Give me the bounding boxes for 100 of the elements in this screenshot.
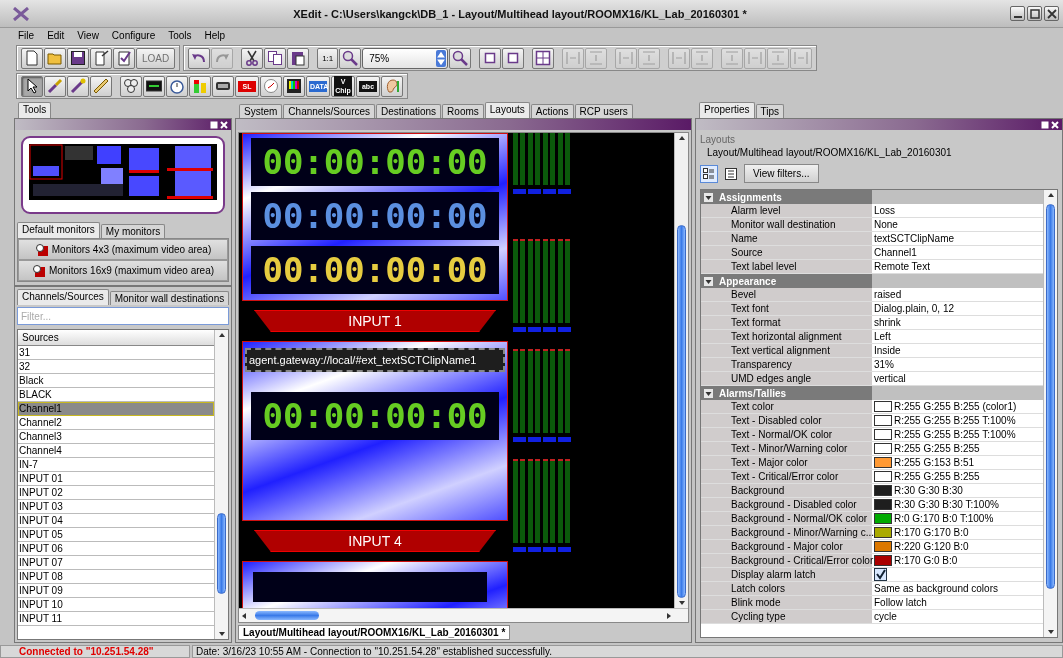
source-item[interactable]: Channel3 — [18, 430, 214, 444]
sources-tab[interactable]: Channels/Sources — [17, 289, 109, 305]
toolbar-button[interactable] — [449, 47, 472, 69]
close-icon[interactable] — [1051, 120, 1059, 129]
monitor-preset-button[interactable]: Monitors 4x3 (maximum video area) — [18, 239, 228, 260]
property-value[interactable]: 31% — [874, 359, 894, 370]
color-swatch[interactable] — [874, 485, 892, 496]
scroll-thumb[interactable] — [677, 224, 686, 598]
property-value[interactable]: R:170 G:170 B:0 — [894, 527, 969, 538]
menu-item[interactable]: Tools — [168, 30, 192, 41]
color-swatch[interactable] — [874, 499, 892, 510]
property-value[interactable]: Inside — [874, 345, 901, 356]
close-icon[interactable] — [220, 120, 228, 129]
source-item[interactable]: Channel1 — [18, 402, 214, 416]
toolbar-button[interactable] — [188, 47, 211, 69]
toolbar-button[interactable] — [283, 75, 305, 97]
source-item[interactable]: 32 — [18, 360, 214, 374]
property-value[interactable]: R:255 G:255 B:255 T:100% — [894, 429, 1016, 440]
color-swatch[interactable] — [874, 471, 892, 482]
property-value[interactable]: None — [874, 219, 898, 230]
property-value[interactable]: textSCTClipName — [874, 233, 955, 244]
property-value[interactable]: Remote Text — [874, 261, 930, 272]
source-item[interactable]: 31 — [18, 346, 214, 360]
clip-name-text[interactable]: agent.gateway://local/#ext_textSCTClipName1 — [245, 348, 505, 372]
section-header[interactable]: Assignments — [701, 190, 872, 204]
input-label[interactable]: INPUT 1 — [254, 310, 496, 332]
zoom-dropdown[interactable]: 75% — [362, 47, 449, 69]
collapse-icon[interactable] — [704, 192, 713, 202]
maximize-button[interactable] — [1027, 6, 1042, 21]
input-label[interactable]: INPUT 4 — [254, 530, 496, 552]
sources-tab[interactable]: Monitor wall destinations — [109, 291, 230, 305]
property-value[interactable]: R:255 G:255 B:255 — [894, 471, 980, 482]
tools-tab[interactable]: Tools — [18, 102, 52, 118]
monitor-tile[interactable]: agent.gateway://local/#ext_textSCTClipName1 00:00:00:00 — [242, 341, 508, 521]
color-swatch[interactable] — [874, 527, 892, 538]
property-value[interactable]: Channel1 — [874, 247, 917, 258]
layout-canvas[interactable]: 00:00:00:00 00:00:00:00 00:00:00:00 INPUT 1 agent.gateway://local/#ext_textSCTClipName1 00:00:00:00 INPUT 4 — [239, 133, 674, 608]
source-item[interactable]: INPUT 09 — [18, 584, 214, 598]
toolbar-button[interactable] — [212, 75, 234, 97]
monitors-tab[interactable]: My monitors — [100, 224, 166, 238]
menu-item[interactable]: File — [18, 30, 35, 41]
color-swatch[interactable] — [874, 457, 892, 468]
source-item[interactable]: INPUT 05 — [18, 528, 214, 542]
color-swatch[interactable] — [874, 513, 892, 524]
source-item[interactable]: INPUT 02 — [18, 486, 214, 500]
source-item[interactable]: Channel2 — [18, 416, 214, 430]
color-swatch[interactable] — [874, 443, 892, 454]
source-item[interactable]: INPUT 01 — [18, 472, 214, 486]
toolbar-button[interactable] — [113, 47, 135, 69]
collapse-icon[interactable] — [704, 276, 713, 286]
toolbar-button[interactable] — [67, 75, 89, 97]
toolbar-button[interactable] — [166, 75, 188, 97]
column-header[interactable]: Sources — [18, 330, 214, 346]
editor-tab[interactable]: Destinations — [376, 104, 442, 118]
editor-tab[interactable]: Rooms — [442, 104, 484, 118]
collapse-icon[interactable] — [704, 388, 713, 398]
property-value[interactable]: R:220 G:120 B:0 — [894, 541, 969, 552]
property-value[interactable]: shrink — [874, 317, 901, 328]
toolbar-button[interactable] — [67, 47, 89, 69]
scroll-thumb[interactable] — [217, 513, 226, 595]
color-swatch[interactable] — [874, 429, 892, 440]
section-header[interactable]: Appearance — [701, 274, 872, 288]
toolbar-button[interactable] — [264, 47, 287, 69]
scroll-thumb[interactable] — [1046, 204, 1055, 589]
editor-tab[interactable]: Actions — [530, 104, 574, 118]
monitor-preset-button[interactable]: Monitors 16x9 (maximum video area) — [18, 260, 228, 281]
source-item[interactable]: INPUT 03 — [18, 500, 214, 514]
toolbar-button[interactable] — [502, 47, 525, 69]
property-value[interactable]: Follow latch — [874, 597, 927, 608]
checkbox[interactable] — [874, 568, 887, 581]
view-mode-button[interactable] — [700, 164, 718, 183]
color-swatch[interactable] — [874, 555, 892, 566]
editor-tab[interactable]: Layouts — [484, 102, 530, 118]
editor-tab[interactable]: RCP users — [574, 104, 633, 118]
horizontal-scrollbar[interactable] — [239, 608, 688, 622]
editor-tab[interactable]: Channels/Sources — [283, 104, 376, 118]
source-item[interactable]: INPUT 07 — [18, 556, 214, 570]
color-swatch[interactable] — [874, 415, 892, 426]
property-value[interactable]: Loss — [874, 205, 896, 216]
source-item[interactable]: INPUT 10 — [18, 598, 214, 612]
filter-field[interactable]: Filter... — [17, 307, 229, 325]
property-value[interactable]: raised — [874, 289, 902, 300]
toolbar-button[interactable] — [44, 75, 66, 97]
monitor-tile[interactable]: 00:00:00:00 00:00:00:00 00:00:00:00 — [242, 133, 508, 301]
source-item[interactable]: INPUT 11 — [18, 612, 214, 626]
toolbar-button[interactable] — [143, 75, 165, 97]
toolbar-button[interactable] — [241, 47, 264, 69]
menu-item[interactable]: Configure — [111, 30, 156, 41]
source-item[interactable]: INPUT 06 — [18, 542, 214, 556]
close-button[interactable] — [1044, 6, 1059, 21]
property-value[interactable]: R:30 G:30 B:30 — [894, 485, 963, 496]
monitors-tab[interactable]: Default monitors — [17, 222, 100, 238]
maximize-icon[interactable] — [1041, 120, 1049, 129]
property-value[interactable]: vertical — [874, 373, 906, 384]
toolbar-button[interactable] — [479, 47, 502, 69]
menu-item[interactable]: View — [77, 30, 99, 41]
toolbar-button[interactable] — [21, 75, 43, 97]
vertical-scrollbar[interactable] — [674, 133, 688, 608]
section-header[interactable]: Alarms/Tallies — [701, 386, 872, 400]
vertical-scrollbar[interactable] — [1043, 190, 1057, 637]
